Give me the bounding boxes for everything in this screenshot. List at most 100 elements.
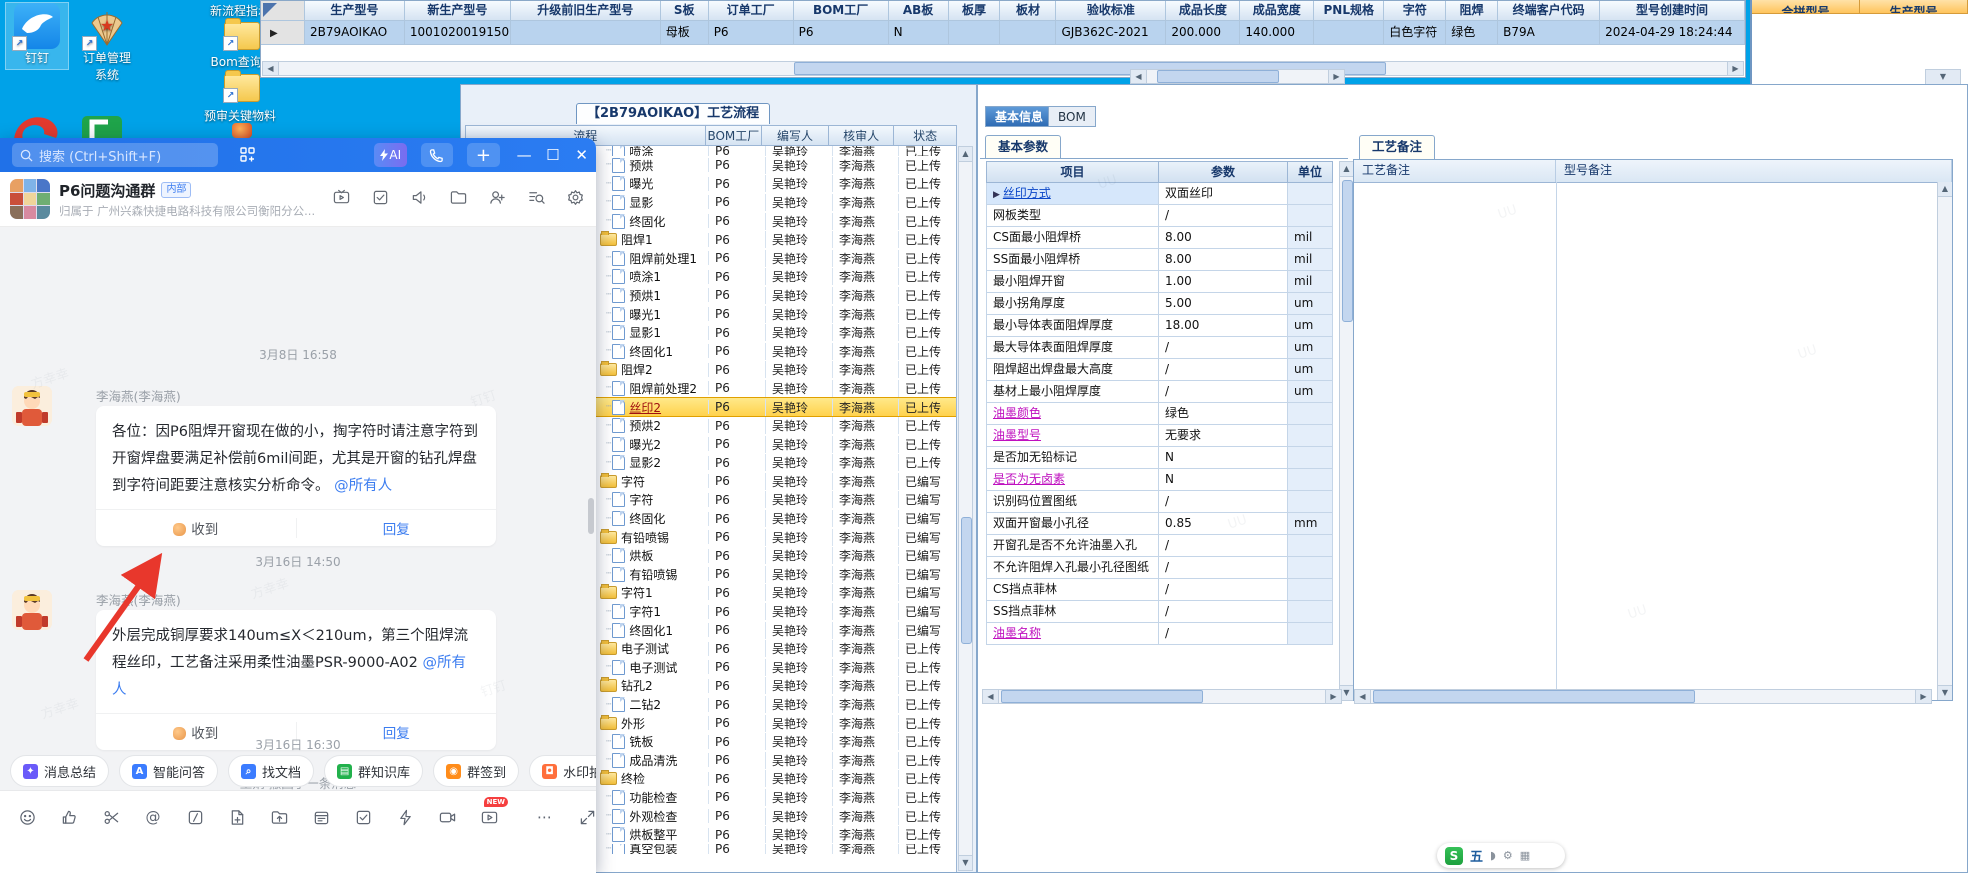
column-header-10[interactable]: 验收标准 xyxy=(1056,1,1167,21)
group-tool-智能问答[interactable]: A 智能问答 xyxy=(119,755,219,787)
column-header-2[interactable]: 新生产型号 xyxy=(404,1,511,21)
group-avatar[interactable] xyxy=(10,179,50,219)
group-tool-群知识库[interactable]: ▤ 群知识库 xyxy=(324,755,424,787)
sender-name[interactable]: 李海燕(李海燕) xyxy=(96,590,181,609)
column-header-17[interactable]: 型号创建时间 xyxy=(1600,1,1745,21)
avatar[interactable] xyxy=(12,590,52,630)
table-corner-cell[interactable] xyxy=(261,1,305,21)
row-cell[interactable] xyxy=(1314,21,1385,45)
param-row[interactable]: SS面最小阻焊桥 8.00 mil xyxy=(986,249,1338,271)
todo-check-icon[interactable] xyxy=(342,804,384,830)
param-value-cell[interactable]: 8.00 xyxy=(1159,227,1288,249)
column-header-1[interactable]: 生产型号 xyxy=(304,1,405,21)
column-header-9[interactable]: 板材 xyxy=(1000,1,1057,21)
param-row[interactable]: 双面开窗最小孔径 0.85 mm xyxy=(986,513,1338,535)
production-table-selected-row[interactable]: ▶ 2B79AOIKAO 10010200191505 母板 P6 P6 N GJB362C-… xyxy=(261,21,1745,45)
search-input[interactable]: 搜索 (Ctrl+Shift+F) xyxy=(12,143,219,167)
param-row[interactable]: CS挡点菲林 / xyxy=(986,579,1338,601)
param-value-cell[interactable]: / xyxy=(1159,623,1288,645)
param-value-cell[interactable]: 1.00 xyxy=(1159,271,1288,293)
param-value-cell[interactable]: 8.00 xyxy=(1159,249,1288,271)
chat-scrollbar-thumb[interactable] xyxy=(588,498,594,534)
search-history-icon[interactable] xyxy=(528,189,545,209)
folder-icon[interactable] xyxy=(450,189,467,209)
call-icon[interactable] xyxy=(420,143,454,167)
param-value-cell[interactable]: 双面丝印 xyxy=(1159,183,1288,205)
ime-settings-icon[interactable]: ⚙ xyxy=(1503,849,1513,862)
tab-basic-params[interactable]: 基本参数 xyxy=(985,135,1062,159)
row-cell[interactable]: 10010200191505 xyxy=(404,21,511,45)
param-value-cell[interactable]: N xyxy=(1159,469,1288,491)
scroll-right-icon[interactable]: ▶ xyxy=(1325,690,1341,703)
message-input[interactable] xyxy=(0,835,596,873)
scroll-down-icon[interactable]: ▼ xyxy=(959,855,972,870)
row-cell[interactable]: 母板 xyxy=(660,21,709,45)
settings-icon[interactable] xyxy=(567,189,584,209)
scroll-up-icon[interactable]: ▲ xyxy=(959,147,972,162)
tab-bom[interactable]: BOM xyxy=(1048,106,1096,127)
mention-icon[interactable]: @ xyxy=(132,804,174,830)
param-row[interactable]: 油墨名称 / xyxy=(986,623,1338,645)
column-header-5[interactable]: 订单工厂 xyxy=(708,1,794,21)
param-row[interactable]: CS面最小阻焊桥 8.00 mil xyxy=(986,227,1338,249)
remark-vscrollbar[interactable]: ▲ ▼ xyxy=(1937,182,1952,700)
avatar[interactable] xyxy=(12,386,52,426)
row-cell[interactable]: 2B79AOIKAO xyxy=(304,21,405,45)
param-row[interactable]: 最大导体表面阻焊厚度 / um xyxy=(986,337,1338,359)
announce-icon[interactable] xyxy=(411,189,428,209)
ime-keyboard-icon[interactable]: ▦ xyxy=(1520,849,1530,862)
scrollbar-thumb[interactable] xyxy=(1001,690,1203,703)
param-row[interactable]: 油墨型号 无要求 xyxy=(986,425,1338,447)
row-cell[interactable]: 绿色 xyxy=(1446,21,1499,45)
row-cell[interactable]: 2024-04-29 18:24:44 xyxy=(1600,21,1745,45)
desktop-icon-order-system[interactable]: ★ ↗ 订单管理 系统 xyxy=(74,3,140,83)
video-play-icon[interactable]: NEW xyxy=(468,797,510,830)
folder-icon[interactable]: ↗ xyxy=(223,18,260,51)
param-row[interactable]: 是否为无卤素 N xyxy=(986,469,1338,491)
row-cell[interactable]: P6 xyxy=(793,21,889,45)
param-row[interactable]: 识别码位置图纸 / xyxy=(986,491,1338,513)
remark-hscrollbar[interactable]: ◀ ▶ xyxy=(1354,689,1932,704)
tab-process-remark[interactable]: 工艺备注 xyxy=(1359,135,1436,159)
scroll-right-icon[interactable]: ▶ xyxy=(1328,70,1344,83)
process-column-header[interactable]: 状态 xyxy=(894,125,957,146)
param-value-cell[interactable]: / xyxy=(1159,601,1288,623)
param-row[interactable]: ▶ 丝印方式 双面丝印 xyxy=(986,183,1338,205)
emoji-icon[interactable] xyxy=(6,804,48,830)
process-column-header[interactable]: BOM工厂 xyxy=(705,125,763,146)
receive-button[interactable]: 收到 xyxy=(96,518,296,538)
parameter-hscrollbar[interactable]: ◀ ▶ xyxy=(982,689,1342,704)
param-row[interactable]: SS挡点菲林 / xyxy=(986,601,1338,623)
mention-link[interactable]: @所有人 xyxy=(330,478,392,494)
sender-name[interactable]: 李海燕(李海燕) xyxy=(96,386,181,405)
param-row[interactable]: 基材上最小阻焊厚度 / um xyxy=(986,381,1338,403)
column-header-7[interactable]: AB板 xyxy=(888,1,949,21)
add-member-icon[interactable] xyxy=(489,189,506,209)
desktop-folder-label[interactable]: 预审关键物料 xyxy=(196,107,284,124)
scrollbar-thumb[interactable] xyxy=(961,517,972,644)
param-row[interactable]: 网板类型 / xyxy=(986,205,1338,227)
merge-table-header[interactable]: 合拼型号 xyxy=(1752,0,1860,14)
maximize-button[interactable]: ☐ xyxy=(539,146,568,164)
scroll-left-icon[interactable]: ◀ xyxy=(1355,690,1371,703)
param-value-cell[interactable]: / xyxy=(1159,205,1288,227)
input-method-bar[interactable]: S 五 ◗ ⚙ ▦ xyxy=(1437,843,1565,868)
close-button[interactable]: ✕ xyxy=(567,146,596,164)
slash-command-icon[interactable] xyxy=(174,804,216,830)
ai-assistant-button[interactable]: AI xyxy=(374,143,407,167)
group-tool-消息总结[interactable]: ✦ 消息总结 xyxy=(10,755,110,787)
param-value-cell[interactable]: 5.00 xyxy=(1159,293,1288,315)
desktop-icon-partial-orange[interactable] xyxy=(232,123,252,138)
column-header-8[interactable]: 板厚 xyxy=(948,1,1001,21)
scissors-icon[interactable] xyxy=(90,804,132,830)
process-column-header[interactable]: 核审人 xyxy=(828,125,895,146)
param-row[interactable]: 开窗孔是否不允许油墨入孔 / xyxy=(986,535,1338,557)
column-header-15[interactable]: 阻焊 xyxy=(1446,1,1499,21)
video-meeting-icon[interactable] xyxy=(333,189,350,209)
scrollbar-thumb[interactable] xyxy=(1342,180,1353,322)
desktop-icon-dingtalk[interactable]: ↗ 钉钉 xyxy=(5,2,69,70)
scroll-down-icon[interactable]: ▼ xyxy=(1938,685,1952,700)
row-cell[interactable]: 140.000 xyxy=(1240,21,1315,45)
param-value-cell[interactable]: / xyxy=(1159,359,1288,381)
merge-table-header[interactable]: 生产型号 xyxy=(1860,0,1968,14)
